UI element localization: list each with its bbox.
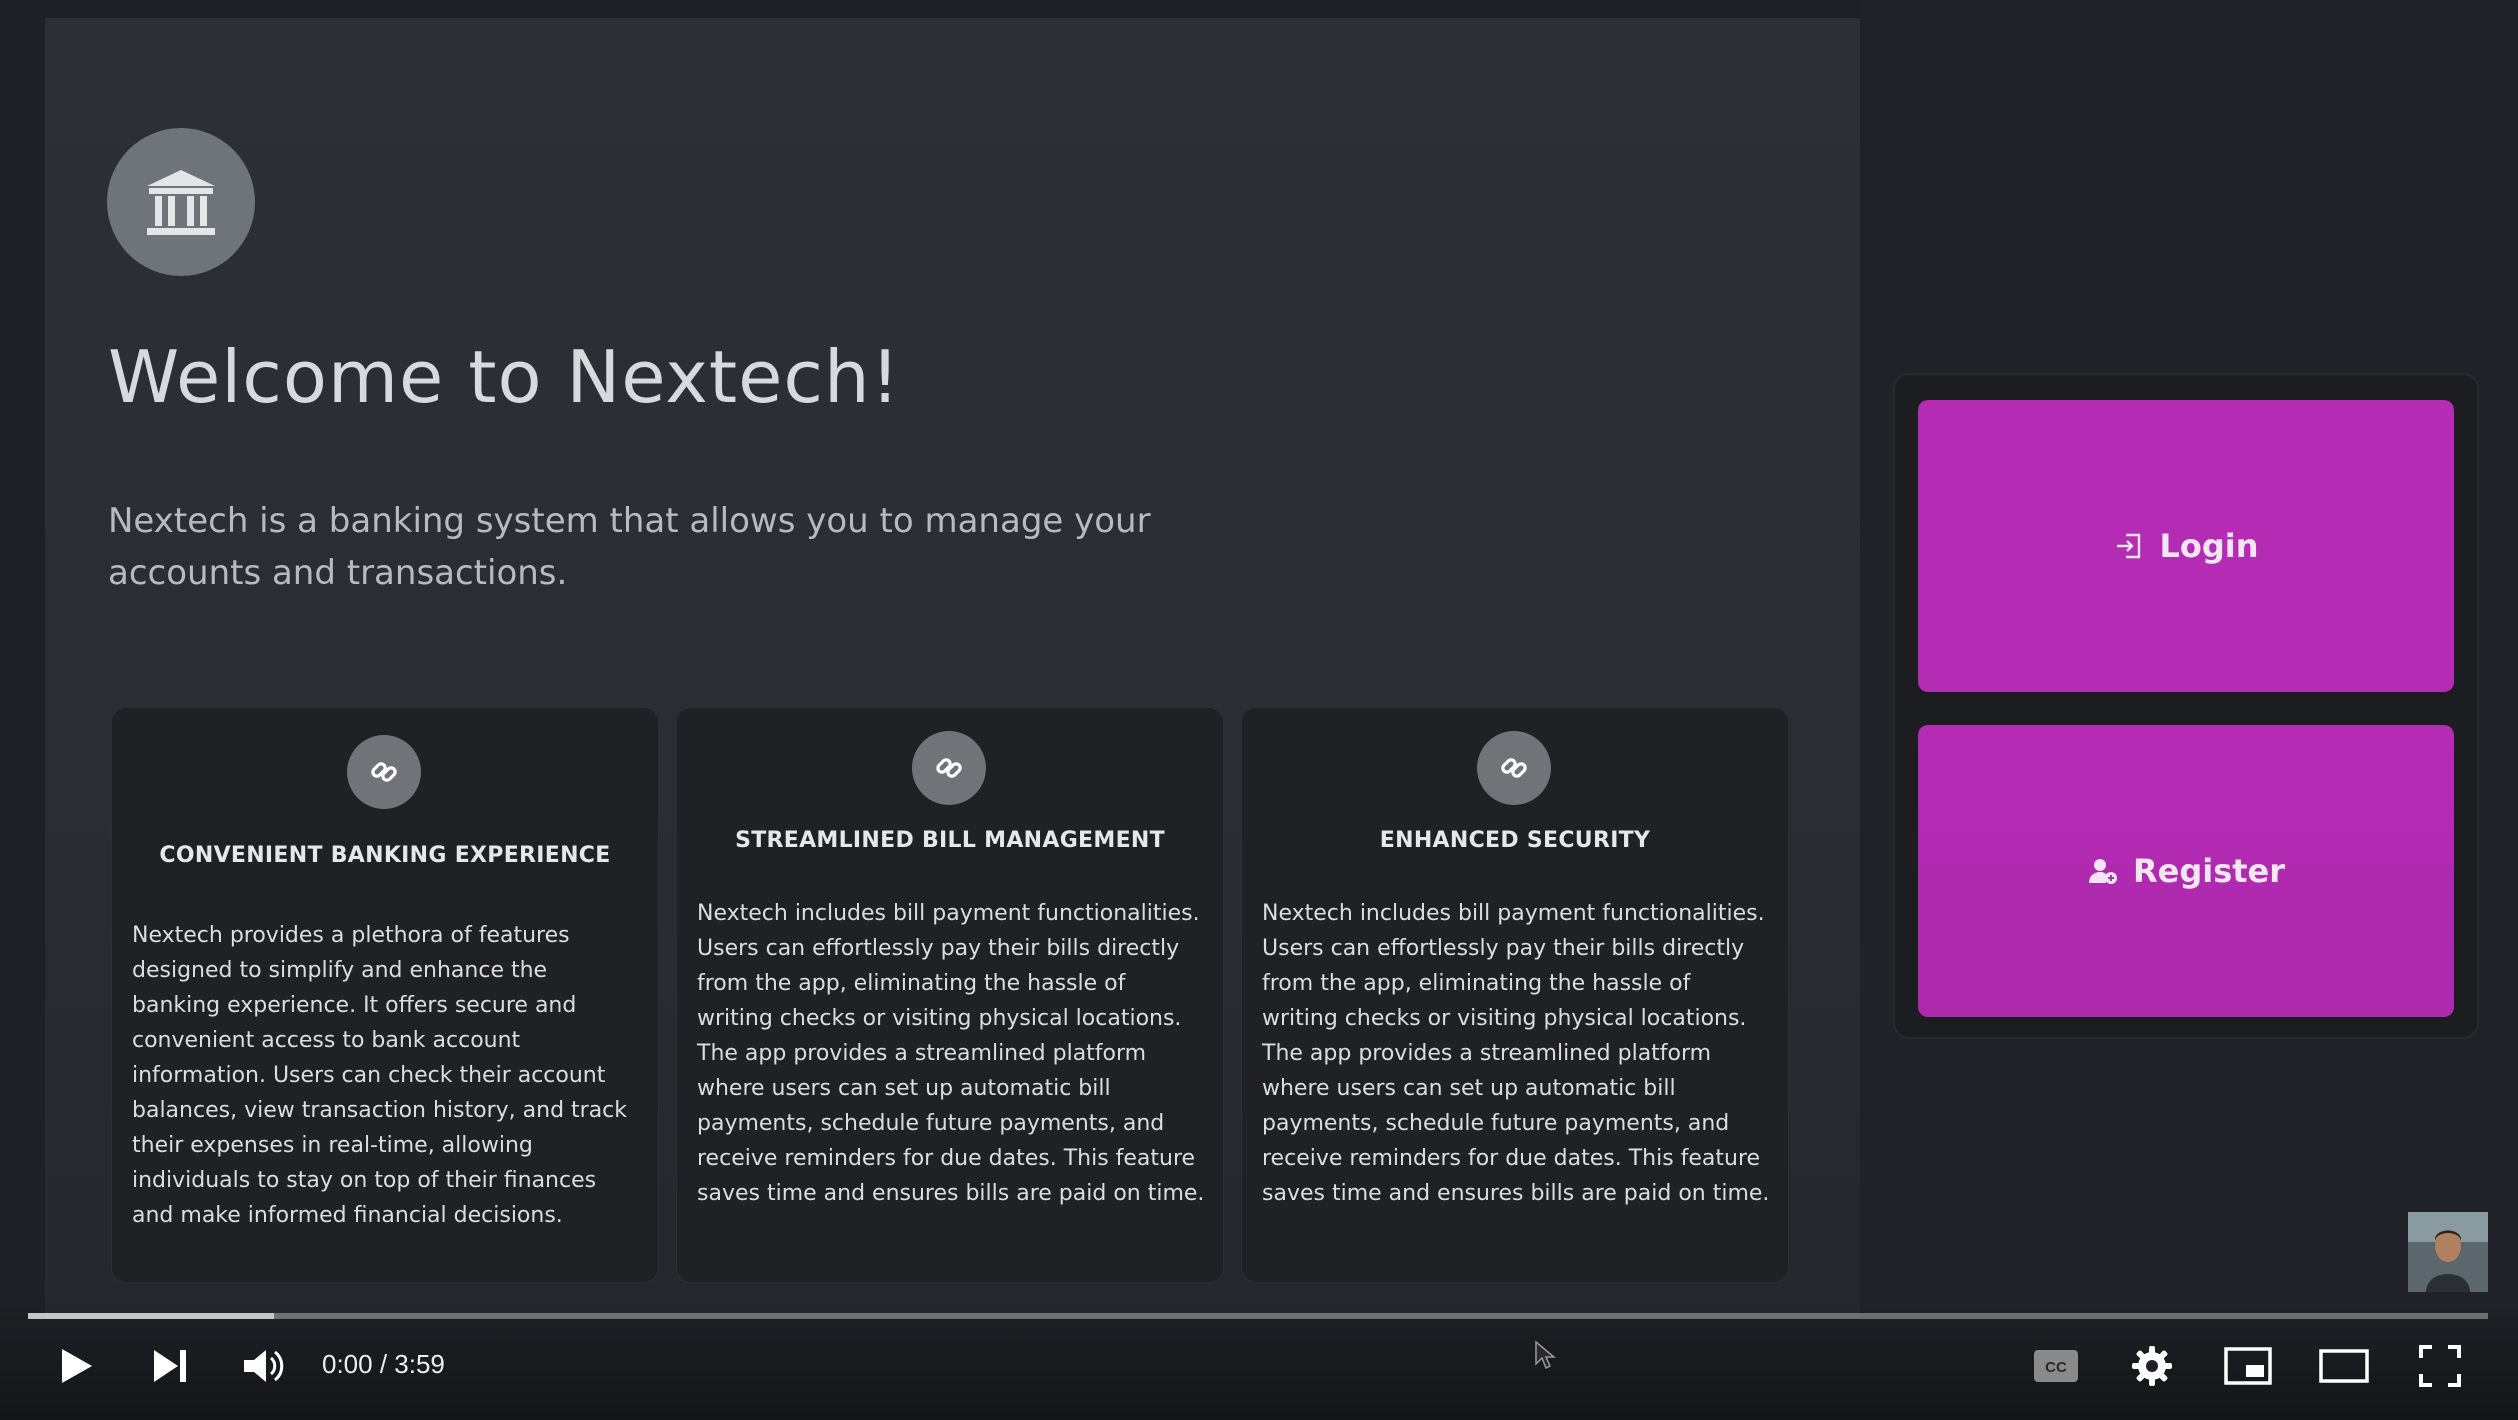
feature-text: Nextech provides a plethora of features … xyxy=(132,923,628,1228)
feature-text: Nextech includes bill payment functional… xyxy=(1262,901,1770,1206)
link-icon xyxy=(936,758,962,778)
feature-text: Nextech includes bill payment functional… xyxy=(697,901,1205,1206)
settings-button[interactable] xyxy=(2124,1340,2180,1392)
login-icon xyxy=(2117,533,2141,559)
link-icon xyxy=(371,762,397,782)
settings-icon xyxy=(2132,1346,2172,1386)
login-label: Login xyxy=(2159,527,2259,565)
svg-text:CC: CC xyxy=(2045,1359,2067,1376)
play-icon xyxy=(62,1349,92,1383)
captions-button[interactable]: CC xyxy=(2028,1340,2084,1392)
feature-title: STREAMLINED BILL MANAGEMENT xyxy=(735,828,1165,853)
presenter-thumbnail xyxy=(2408,1212,2488,1292)
bank-icon xyxy=(147,170,215,235)
volume-button[interactable] xyxy=(238,1340,290,1392)
captions-icon: CC xyxy=(2034,1350,2078,1382)
next-icon xyxy=(154,1350,186,1382)
fullscreen-button[interactable] xyxy=(2412,1340,2468,1392)
next-button[interactable] xyxy=(144,1340,196,1392)
volume-icon xyxy=(244,1350,284,1382)
mouse-cursor xyxy=(1534,1340,1557,1374)
feature-title: CONVENIENT BANKING EXPERIENCE xyxy=(159,843,611,868)
card-icon-badge xyxy=(912,731,986,805)
card-icon-badge xyxy=(347,735,421,809)
fullscreen-icon xyxy=(2419,1345,2461,1387)
auth-panel: Login Register xyxy=(1895,375,2477,1037)
link-icon xyxy=(1501,758,1527,778)
feature-card-enhanced-security: ENHANCED SECURITY Nextech includes bill … xyxy=(1242,708,1788,1282)
buffered-progress xyxy=(28,1313,274,1319)
video-frame: Welcome to Nextech! Nextech is a banking… xyxy=(0,0,2518,1420)
miniplayer-icon xyxy=(2224,1347,2272,1385)
feature-card-convenient-banking: CONVENIENT BANKING EXPERIENCE Nextech pr… xyxy=(112,708,658,1282)
register-label: Register xyxy=(2132,852,2286,890)
play-button[interactable] xyxy=(50,1340,102,1392)
bank-logo xyxy=(107,128,255,276)
login-button[interactable]: Login xyxy=(1918,400,2454,692)
theater-icon xyxy=(2319,1349,2369,1383)
time-display: 0:00 / 3:59 xyxy=(322,1349,445,1379)
theater-mode-button[interactable] xyxy=(2316,1340,2372,1392)
feature-card-bill-management: STREAMLINED BILL MANAGEMENT Nextech incl… xyxy=(677,708,1223,1282)
register-button[interactable]: Register xyxy=(1918,725,2454,1017)
card-icon-badge xyxy=(1477,731,1551,805)
progress-bar[interactable] xyxy=(28,1313,2488,1319)
user-add-icon xyxy=(2088,859,2117,884)
miniplayer-button[interactable] xyxy=(2220,1340,2276,1392)
feature-title: ENHANCED SECURITY xyxy=(1379,828,1651,853)
page-description: Nextech is a banking system that allows … xyxy=(108,501,1151,593)
page-title: Welcome to Nextech! xyxy=(108,335,901,419)
